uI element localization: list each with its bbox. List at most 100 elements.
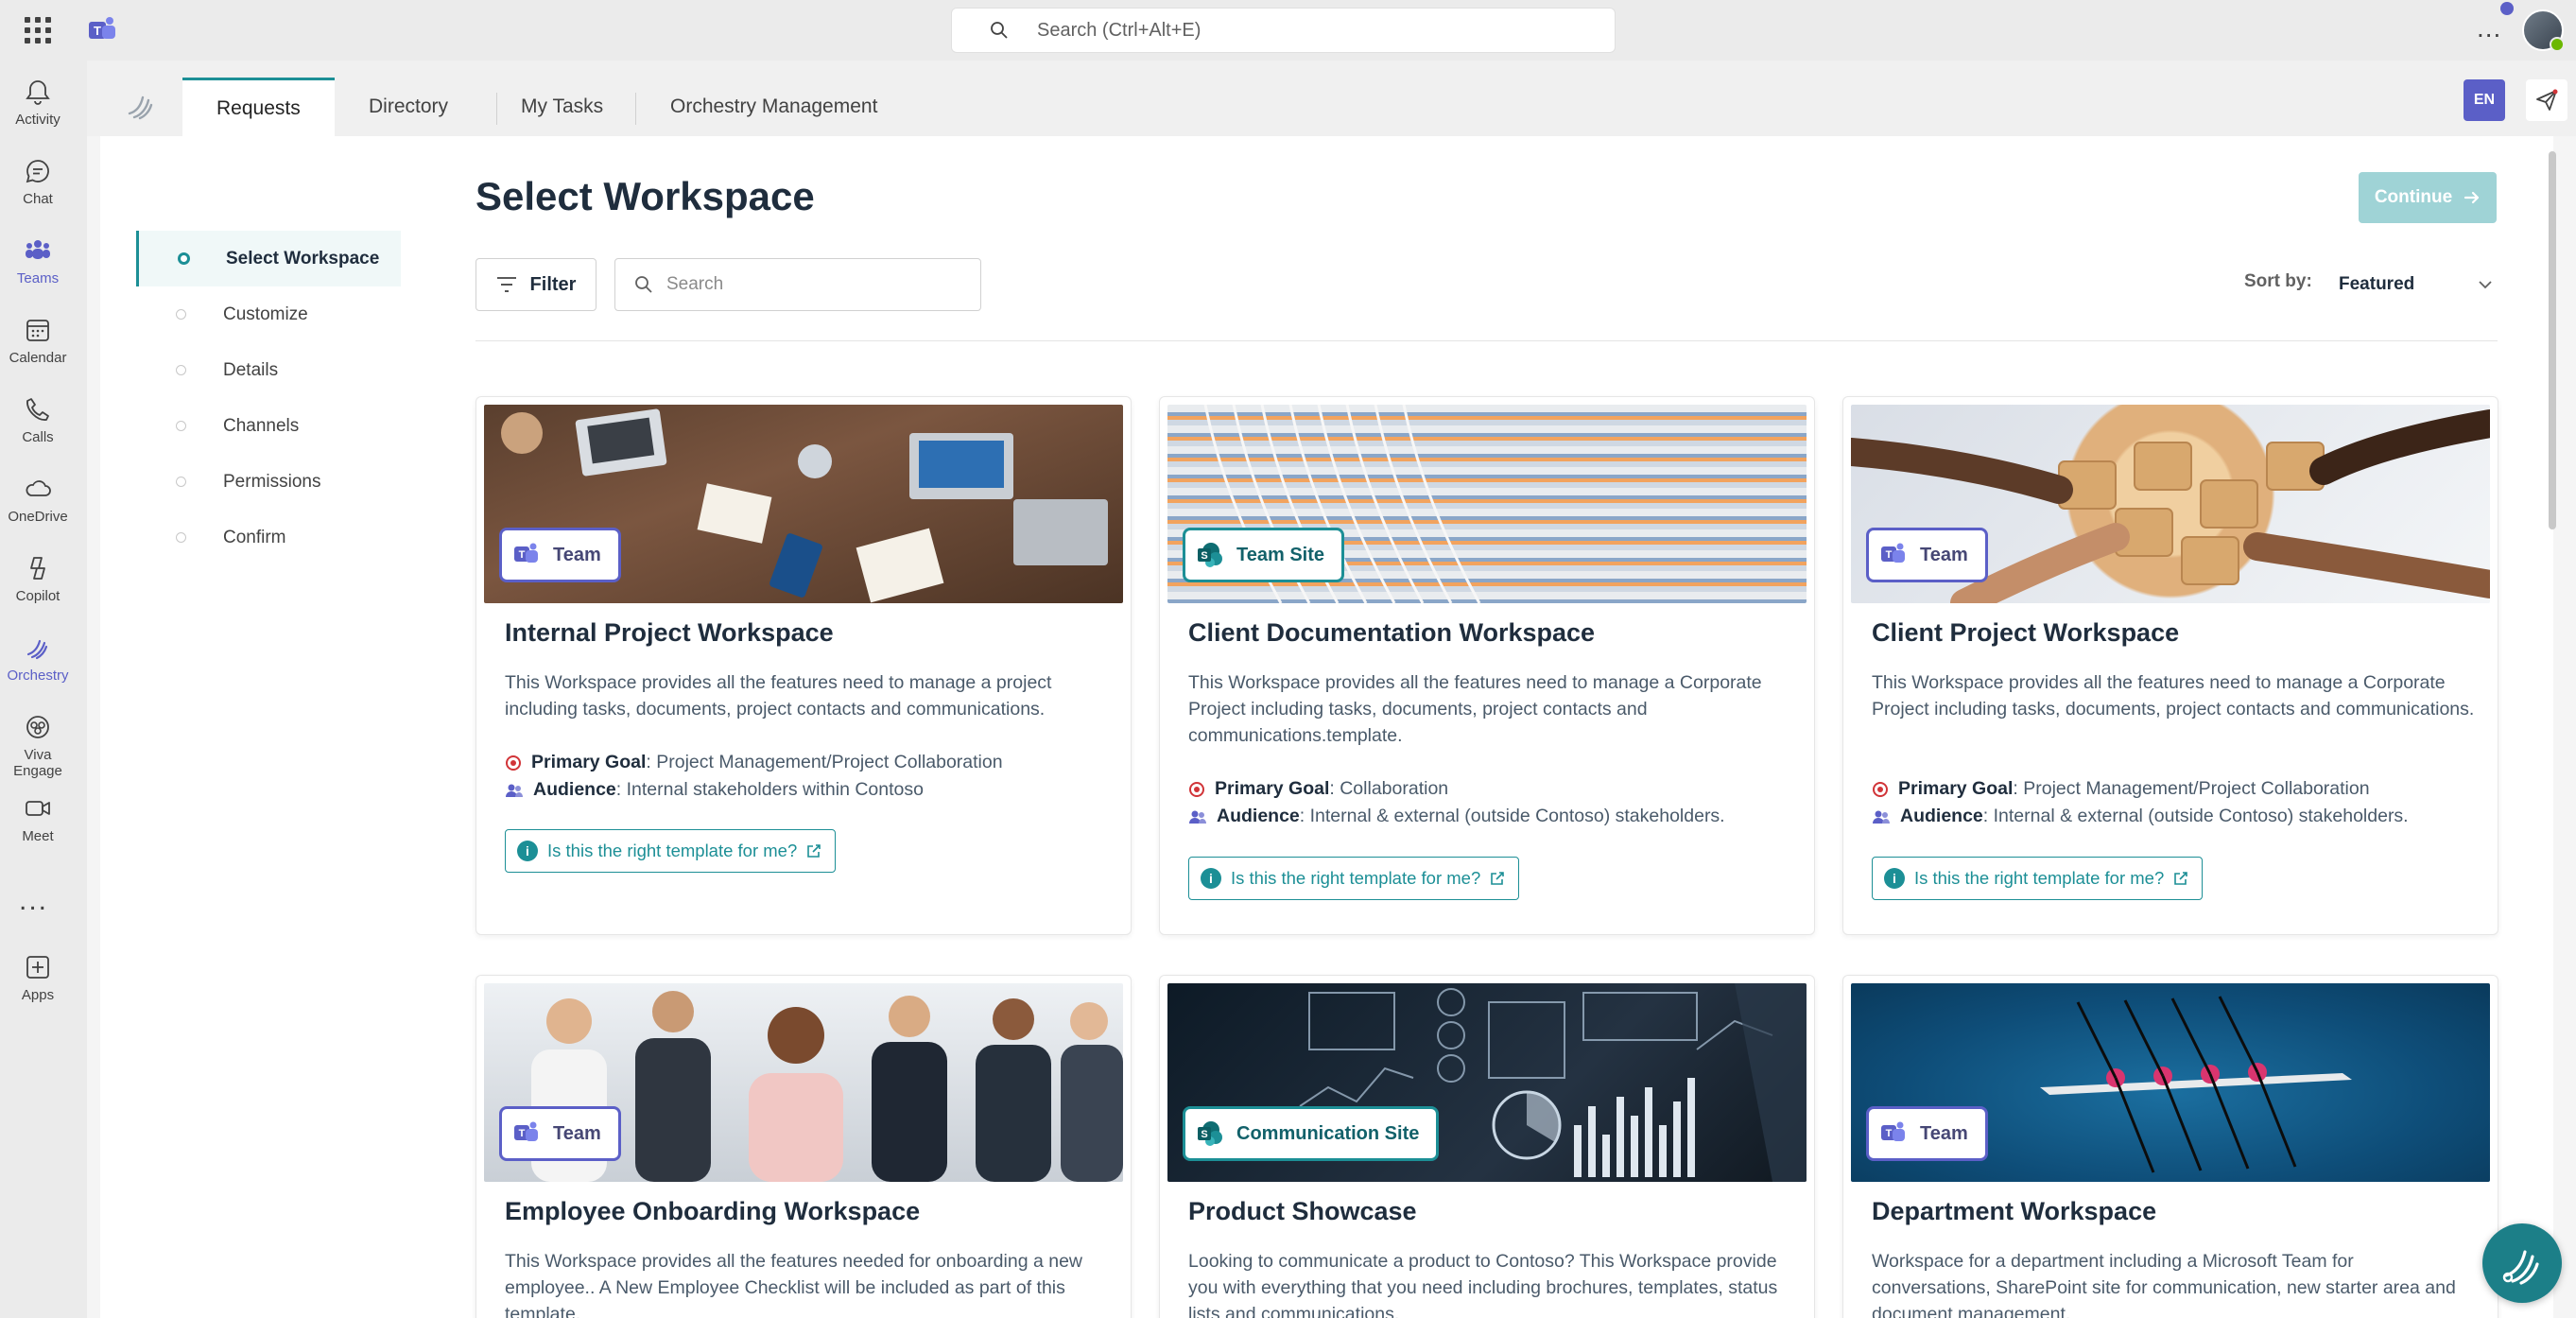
step-select-workspace[interactable]: Select Workspace: [136, 231, 401, 286]
wizard-steps: Select Workspace Customize Details Chann…: [136, 231, 401, 565]
tab-requests[interactable]: Requests: [182, 78, 335, 136]
teams-icon: [26, 240, 50, 259]
chat-icon: [26, 160, 49, 183]
more-options-icon[interactable]: ...: [2477, 13, 2501, 43]
rail-item-label: Chat: [23, 191, 53, 207]
chevron-down-icon: [2479, 281, 2492, 289]
language-button[interactable]: EN: [2464, 79, 2505, 121]
goal-value: : Project Management/Project Collaborati…: [2013, 778, 2370, 799]
copilot-icon: [30, 557, 45, 580]
feedback-button[interactable]: [2526, 79, 2567, 121]
sharepoint-icon: S: [1198, 1121, 1222, 1146]
svg-text:S: S: [1201, 1129, 1207, 1140]
step-label: Customize: [223, 303, 308, 324]
rail-item-orchestry[interactable]: Orchestry: [0, 633, 76, 684]
filter-label: Filter: [529, 273, 577, 295]
step-details[interactable]: Details: [136, 342, 401, 398]
people-icon: [506, 784, 523, 797]
card-primary-goal: Primary Goal: Project Management/Project…: [1872, 778, 2370, 800]
tab-label: Directory: [369, 95, 449, 117]
svg-text:T: T: [519, 549, 526, 561]
rail-item-label: Orchestry: [7, 668, 69, 684]
rail-item-label: Meet: [22, 828, 54, 844]
teams-icon: T: [1881, 543, 1905, 563]
orchestry-help-button[interactable]: [2482, 1223, 2562, 1303]
rail-item-chat[interactable]: Chat: [0, 157, 76, 207]
step-channels[interactable]: Channels: [136, 398, 401, 454]
sort-label: Sort by:: [2244, 271, 2312, 291]
rail-item-label: Apps: [21, 987, 55, 1003]
continue-button[interactable]: Continue: [2359, 172, 2497, 223]
template-card-department[interactable]: T Team Department Workspace Workspace fo…: [1842, 975, 2498, 1318]
sharepoint-icon: S: [1198, 543, 1222, 567]
template-help-link[interactable]: i Is this the right template for me?: [1188, 857, 1520, 900]
svg-text:T: T: [94, 24, 101, 38]
svg-text:T: T: [519, 1128, 526, 1139]
search-icon: [991, 22, 1008, 39]
workspace-request-panel: Select Workspace Customize Details Chann…: [100, 136, 2553, 1318]
step-confirm[interactable]: Confirm: [136, 510, 401, 565]
template-type-badge: T Team: [499, 528, 621, 582]
target-icon: [506, 754, 521, 771]
svg-text:S: S: [1201, 550, 1207, 562]
rail-item-calls[interactable]: Calls: [0, 395, 76, 445]
rail-item-teams[interactable]: Teams: [0, 236, 76, 286]
rail-item-apps[interactable]: Apps: [0, 953, 76, 1003]
sort-dropdown[interactable]: Featured: [2327, 263, 2498, 306]
target-icon: [1189, 781, 1204, 797]
orchestry-icon: [26, 639, 48, 660]
tab-my-tasks[interactable]: My Tasks: [521, 78, 603, 136]
card-title: Employee Onboarding Workspace: [505, 1197, 921, 1225]
rail-item-viva-engage[interactable]: Viva Engage: [0, 713, 76, 779]
card-description: This Workspace provides all the features…: [505, 1251, 1083, 1318]
tab-orchestry-management[interactable]: Orchestry Management: [670, 78, 877, 136]
rail-item-label: Copilot: [15, 588, 61, 604]
rail-item-calendar[interactable]: Calendar: [0, 316, 76, 366]
rail-item-copilot[interactable]: Copilot: [0, 554, 76, 604]
rail-item-activity[interactable]: Activity: [0, 78, 76, 128]
global-search-input[interactable]: Search (Ctrl+Alt+E): [951, 8, 1616, 53]
rail-item-meet[interactable]: Meet: [0, 794, 76, 844]
template-help-link[interactable]: i Is this the right template for me?: [1872, 857, 2204, 900]
filter-button[interactable]: Filter: [475, 258, 596, 311]
card-primary-goal: Primary Goal: Collaboration: [1188, 778, 1448, 800]
info-icon: i: [1201, 868, 1221, 889]
step-customize[interactable]: Customize: [136, 286, 401, 342]
audience-value: : Internal & external (outside Contoso) …: [1299, 806, 1725, 826]
card-description: This Workspace provides all the features…: [1872, 672, 2475, 720]
rail-item-label: OneDrive: [8, 509, 68, 525]
orchestry-logo-icon: [128, 95, 153, 120]
step-indicator: [176, 477, 186, 487]
template-card-internal-project[interactable]: T Team Internal Project Workspace This W…: [475, 396, 1132, 935]
sort-value: Featured: [2339, 274, 2415, 294]
more-apps-icon[interactable]: ...: [19, 885, 48, 917]
card-title: Client Documentation Workspace: [1188, 618, 1596, 647]
continue-label: Continue: [2374, 187, 2453, 207]
teams-logo-icon: T: [89, 17, 115, 39]
card-audience: Audience: Internal stakeholders within C…: [505, 779, 924, 801]
external-link-icon: [807, 844, 821, 858]
badge-label: Communication Site: [1236, 1122, 1420, 1144]
tab-directory[interactable]: Directory: [369, 78, 448, 136]
scrollbar-thumb[interactable]: [2549, 151, 2556, 529]
template-help-link[interactable]: i Is this the right template for me?: [505, 829, 837, 873]
tab-label: Orchestry Management: [670, 95, 878, 117]
goal-label: Primary Goal: [1215, 778, 1330, 799]
step-indicator: [176, 532, 186, 543]
goal-label: Primary Goal: [1898, 778, 2014, 799]
rail-item-onedrive[interactable]: OneDrive: [0, 475, 76, 525]
help-link-label: Is this the right template for me?: [547, 841, 798, 860]
template-card-product-showcase[interactable]: S Communication Site Product Showcase Lo…: [1159, 975, 1815, 1318]
teams-top-bar: T Search (Ctrl+Alt+E) ...: [0, 0, 2576, 61]
template-card-client-documentation[interactable]: S Team Site Client Documentation Workspa…: [1159, 396, 1815, 935]
user-avatar[interactable]: [2522, 9, 2565, 52]
app-launcher-icon[interactable]: [25, 17, 51, 43]
template-card-client-project[interactable]: T Team Client Project Workspace This Wor…: [1842, 396, 2498, 935]
rail-item-label: Calls: [22, 429, 54, 445]
template-search-input[interactable]: [666, 274, 950, 295]
step-label: Permissions: [223, 471, 321, 492]
template-card-employee-onboarding[interactable]: T Team Employee Onboarding Workspace Thi…: [475, 975, 1132, 1318]
step-permissions[interactable]: Permissions: [136, 454, 401, 510]
cloud-icon: [26, 480, 51, 496]
step-indicator: [176, 421, 186, 431]
